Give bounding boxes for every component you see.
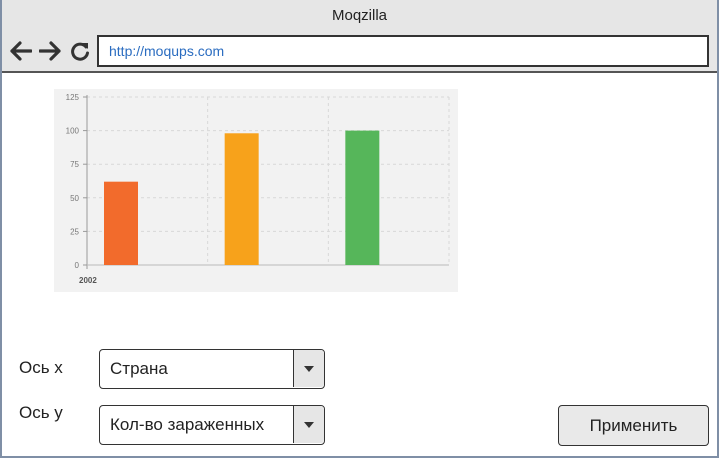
x-axis-select[interactable]: Страна [99, 349, 325, 389]
y-tick-label: 75 [70, 160, 79, 169]
y-axis-select[interactable]: Кол-во зараженных [99, 405, 325, 445]
y-tick-label: 125 [66, 93, 80, 102]
x-tick-label: 2002 [79, 276, 97, 285]
bar [345, 130, 380, 265]
y-axis-field-label: Ось y [19, 403, 63, 422]
y-axis-select-value: Кол-во зараженных [110, 415, 265, 434]
y-tick-label: 50 [70, 194, 79, 203]
apply-button[interactable]: Применить [558, 405, 709, 446]
x-axis-field-label: Ось x [19, 358, 63, 377]
x-axis-select-value: Страна [110, 359, 168, 378]
chevron-down-icon[interactable] [293, 350, 324, 387]
window-title: Moqzilla [2, 0, 717, 31]
bar [224, 133, 259, 265]
arrow-right-icon[interactable] [38, 39, 62, 63]
arrow-left-icon[interactable] [9, 39, 33, 63]
y-tick-label: 25 [70, 227, 79, 236]
y-tick-label: 0 [75, 261, 80, 270]
chevron-down-icon[interactable] [293, 406, 324, 443]
url-input[interactable]: http://moqups.com [97, 35, 709, 67]
chart-svg: 0 25 50 75 100 125 2002 [66, 93, 450, 285]
y-tick-label: 100 [66, 127, 80, 136]
bar-chart: 0 25 50 75 100 125 2002 [54, 89, 458, 292]
reload-icon[interactable] [68, 39, 92, 63]
browser-window: Moqzilla http://moqups.com 0 25 50 75 100 125… [0, 0, 719, 458]
browser-toolbar: http://moqups.com [2, 31, 717, 73]
bar [104, 181, 138, 265]
